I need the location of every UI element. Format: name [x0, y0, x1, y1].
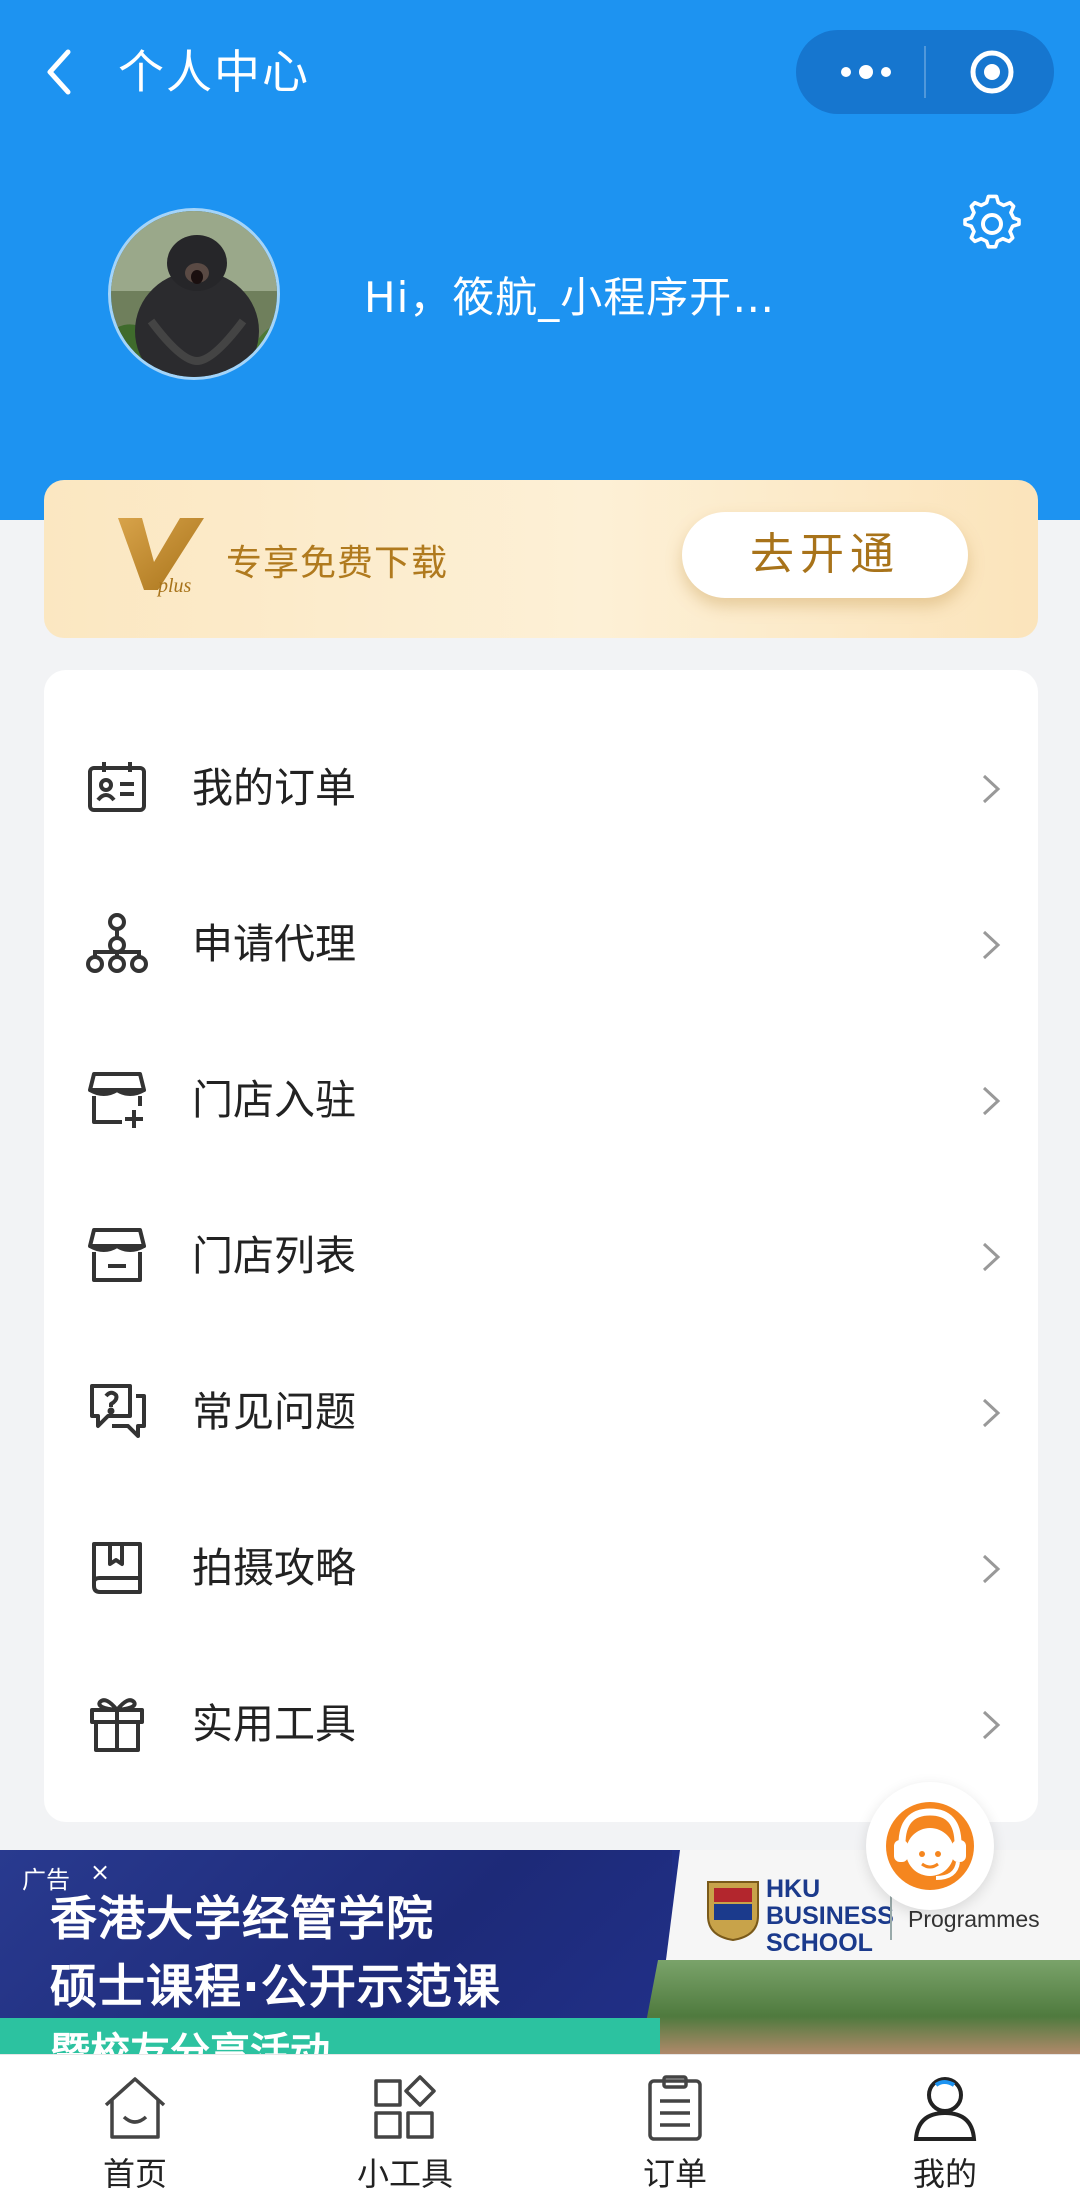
tab-label: 我的 [912, 2155, 977, 2192]
store-add-icon [88, 1072, 146, 1128]
ad-headline-2: 硕士课程·公开示范课 [50, 1960, 501, 2015]
widgets-icon [374, 2075, 436, 2139]
activate-vip-button[interactable]: 去开通 [682, 512, 968, 598]
capsule-divider [924, 46, 926, 98]
menu-item-store-list[interactable]: 门店列表 [44, 1178, 1038, 1334]
tab-label: 订单 [642, 2155, 707, 2192]
chevron-right-icon [982, 1554, 1001, 1584]
user-greeting: Hi，筱航_小程序开… [364, 273, 776, 322]
chevron-right-icon [982, 1086, 1001, 1116]
back-arrow-icon[interactable] [38, 42, 78, 102]
menu-item-label: 常见问题 [192, 1388, 356, 1436]
page-title: 个人中心 [118, 45, 310, 99]
vip-benefit-text: 专享免费下载 [226, 543, 449, 584]
close-target-icon[interactable] [968, 48, 1016, 96]
chevron-right-icon [982, 1242, 1001, 1272]
menu-item-tools[interactable]: 实用工具 [44, 1646, 1038, 1802]
tab-label: 首页 [102, 2155, 167, 2192]
mini-program-capsule [796, 30, 1054, 114]
chevron-right-icon [982, 930, 1001, 960]
gorilla-avatar-image [111, 211, 277, 377]
menu-item-label: 实用工具 [192, 1700, 356, 1748]
bottom-tab-bar: 首页 小工具 订单 我的 [0, 2054, 1080, 2192]
menu-item-label: 门店列表 [192, 1232, 356, 1280]
tab-orders[interactable]: 订单 [540, 2055, 810, 2192]
menu-list: 我的订单 申请代理 门店入驻 门店列表 常见问题 拍摄攻略 实用工具 [44, 670, 1038, 1822]
user-icon [913, 2077, 977, 2141]
faq-bubble-icon [90, 1384, 146, 1438]
menu-item-label: 拍摄攻略 [192, 1544, 356, 1592]
vip-banner[interactable]: plus 专享免费下载 去开通 [44, 480, 1038, 638]
gear-icon[interactable] [962, 194, 1022, 254]
order-card-icon [88, 762, 146, 812]
org-tree-icon [86, 913, 148, 973]
ad-photo-image [640, 1960, 1080, 2054]
chevron-right-icon [982, 1710, 1001, 1740]
vip-plus-logo-icon: plus [118, 518, 204, 597]
customer-service-button[interactable] [866, 1782, 994, 1910]
menu-item-my-orders[interactable]: 我的订单 [44, 710, 1038, 866]
clipboard-icon [648, 2075, 702, 2141]
home-icon [104, 2077, 166, 2139]
profile-header: 个人中心 Hi，筱航_小程序开… [0, 0, 1080, 520]
tab-home[interactable]: 首页 [0, 2055, 270, 2192]
ad-headline-1: 香港大学经管学院 [50, 1892, 434, 1947]
book-icon [92, 1542, 142, 1594]
university-crest-icon [707, 1881, 759, 1942]
store-list-icon [88, 1228, 146, 1282]
tab-label: 小工具 [356, 2155, 453, 2192]
more-dots-icon[interactable] [826, 30, 906, 114]
menu-item-label: 我的订单 [192, 764, 356, 812]
menu-item-store-join[interactable]: 门店入驻 [44, 1022, 1038, 1178]
avatar[interactable] [108, 208, 280, 380]
ad-brand-line: SCHOOL [766, 1929, 873, 1957]
menu-item-faq[interactable]: 常见问题 [44, 1334, 1038, 1490]
tab-mine[interactable]: 我的 [810, 2055, 1080, 2192]
menu-item-label: 门店入驻 [192, 1076, 356, 1124]
headset-agent-icon [886, 1802, 974, 1890]
chevron-right-icon [982, 1398, 1001, 1428]
ad-subtext-2: Programmes [908, 1906, 1040, 1932]
ad-headline-3: 暨校友分享活动 [50, 2030, 330, 2054]
tab-widgets[interactable]: 小工具 [270, 2055, 540, 2192]
menu-item-shooting-guide[interactable]: 拍摄攻略 [44, 1490, 1038, 1646]
menu-item-label: 申请代理 [192, 920, 356, 968]
gift-icon [90, 1698, 144, 1752]
chevron-right-icon [982, 774, 1001, 804]
menu-item-apply-agent[interactable]: 申请代理 [44, 866, 1038, 1022]
svg-text:plus: plus [156, 575, 192, 597]
